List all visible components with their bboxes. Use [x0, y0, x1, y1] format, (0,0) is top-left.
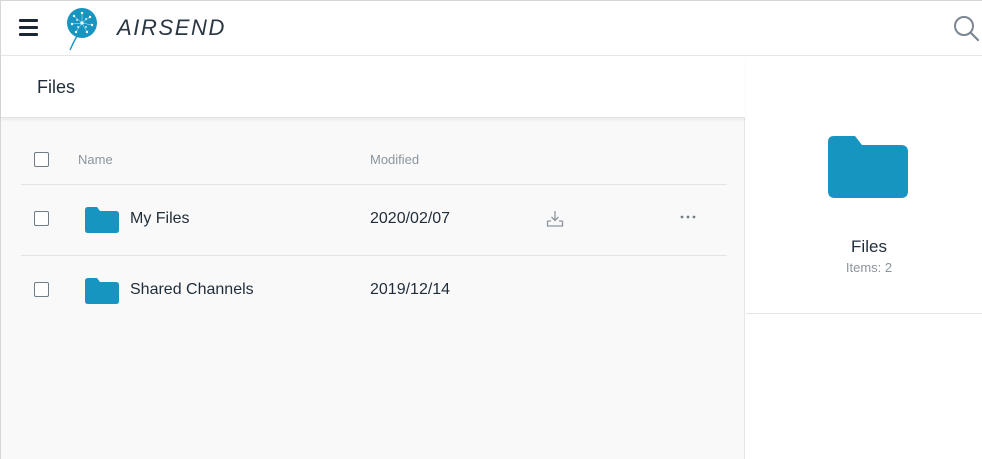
details-title: Files	[851, 237, 887, 256]
select-all-checkbox[interactable]	[34, 152, 49, 167]
details-panel: Files Items: 2	[746, 56, 982, 459]
items-count: Items: 2	[845, 260, 893, 275]
folder-icon	[828, 136, 908, 198]
hamburger-icon[interactable]	[19, 19, 38, 36]
row-checkbox[interactable]	[34, 282, 49, 297]
download-icon[interactable]	[546, 210, 564, 228]
table-header: Name Modified	[21, 140, 727, 185]
files-panel: Files Name Modified My Files 2020/02/07	[1, 56, 745, 459]
page-title: Files	[37, 77, 76, 97]
file-name[interactable]: My Files	[130, 210, 190, 228]
table-row[interactable]: My Files 2020/02/07	[21, 185, 727, 256]
table-row[interactable]: Shared Channels 2019/12/14	[21, 256, 727, 326]
details-card: Files Items: 2	[746, 56, 982, 314]
more-options-icon[interactable]	[679, 213, 697, 221]
folder-icon	[85, 207, 119, 233]
column-header-modified[interactable]: Modified	[370, 152, 419, 167]
top-bar: AIRSEND	[1, 1, 982, 56]
files-table: Name Modified My Files 2020/02/07 Shared…	[21, 140, 727, 326]
app-window: AIRSEND Files Name Modified My Files 202…	[0, 0, 982, 459]
file-name[interactable]: Shared Channels	[130, 281, 254, 299]
folder-icon	[85, 278, 119, 304]
files-header: Files	[1, 56, 745, 118]
column-header-name[interactable]: Name	[78, 152, 113, 167]
row-checkbox[interactable]	[34, 211, 49, 226]
search-icon[interactable]	[951, 13, 981, 43]
brand-name: AIRSEND	[117, 15, 226, 40]
modified-date: 2020/02/07	[370, 210, 451, 227]
modified-date: 2019/12/14	[370, 281, 451, 298]
dandelion-logo-icon	[67, 8, 97, 51]
